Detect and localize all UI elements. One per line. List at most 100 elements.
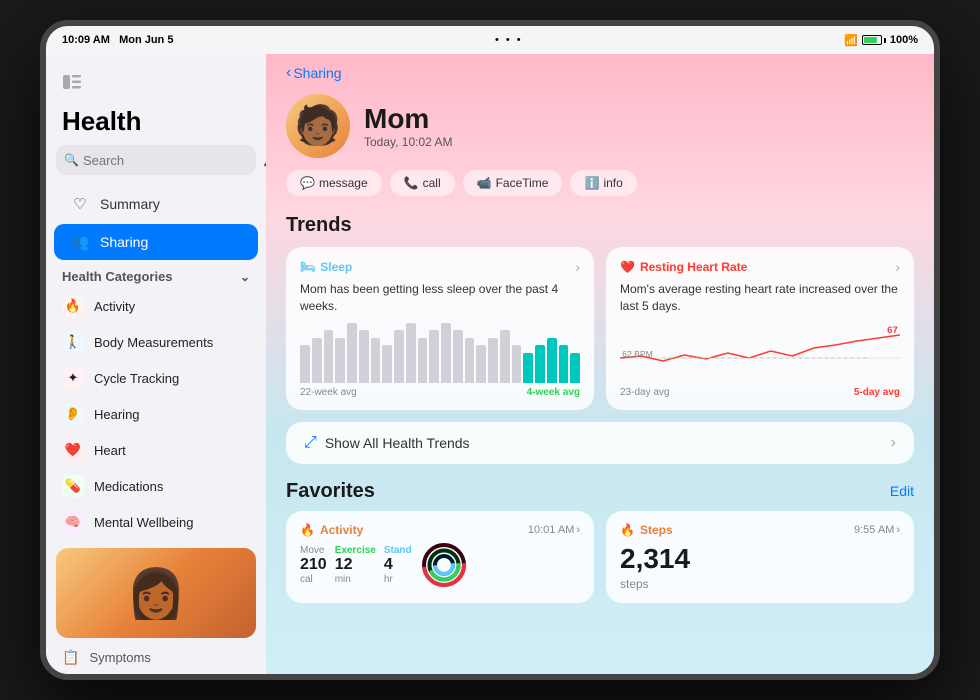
category-hearing[interactable]: 👂 Hearing: [46, 396, 266, 432]
heart-avg-label: 23-day avg: [620, 387, 669, 398]
sleep-label: 🛏 Sleep: [300, 260, 352, 274]
stand-stat: Stand 4 hr: [384, 545, 412, 585]
heart-rate-trend-card[interactable]: ❤️ Resting Heart Rate › Mom's average re…: [606, 247, 914, 410]
sidebar-toggle-button[interactable]: [60, 70, 84, 94]
back-chevron-icon: ‹: [286, 64, 291, 82]
show-all-trends-button[interactable]: ⤢ Show All Health Trends ›: [286, 422, 914, 464]
main-header: ‹ Sharing: [266, 54, 934, 90]
category-symptoms[interactable]: 📋 Symptoms: [46, 642, 266, 673]
activity-fav-header: 🔥 Activity 10:01 AM ›: [300, 523, 580, 537]
date-label: Mon Jun 5: [119, 34, 173, 46]
message-button[interactable]: 💬 message: [286, 170, 382, 196]
category-activity[interactable]: 🔥 Activity: [46, 288, 266, 324]
heart-chevron-icon: ›: [895, 259, 900, 275]
sleep-title: Sleep: [320, 260, 352, 274]
stand-unit: hr: [384, 574, 412, 585]
steps-time-chevron: ›: [896, 524, 900, 536]
activity-rings-section: Move 210 cal Exercise 12 min Stand: [300, 543, 580, 587]
trends-icon: ⤢: [304, 434, 317, 452]
activity-rings: [422, 543, 466, 587]
sleep-chart-area: [300, 323, 580, 383]
sleep-card-header: 🛏 Sleep ›: [300, 259, 580, 275]
edit-button[interactable]: Edit: [890, 483, 914, 499]
heart-chart-footer: 23-day avg 5-day avg: [620, 387, 900, 398]
sleep-chevron-icon: ›: [575, 259, 580, 275]
medications-icon: 💊: [62, 475, 84, 497]
move-label: Move: [300, 545, 327, 556]
wifi-icon: 📶: [844, 34, 858, 47]
status-time: 10:09 AM Mon Jun 5: [62, 34, 173, 46]
show-all-left: ⤢ Show All Health Trends: [304, 434, 470, 452]
category-body[interactable]: 🚶 Body Measurements: [46, 324, 266, 360]
activity-stats: Move 210 cal Exercise 12 min Stand: [300, 545, 412, 585]
move-unit: cal: [300, 574, 327, 585]
mental-label: Mental Wellbeing: [94, 515, 193, 530]
heart-icon: ❤️: [62, 439, 84, 461]
info-button[interactable]: ℹ️ info: [570, 170, 636, 196]
ipad-frame: 10:09 AM Mon Jun 5 • • • 📶 100%: [40, 20, 940, 680]
summary-label: Summary: [100, 196, 160, 212]
heart-recent-label: 5-day avg: [854, 387, 900, 398]
steps-fav-card[interactable]: 🔥 Steps 9:55 AM › 2,314 steps: [606, 511, 914, 603]
heart-card-header: ❤️ Resting Heart Rate ›: [620, 259, 900, 275]
symptoms-icon: 📋: [62, 649, 79, 666]
stand-label: Stand: [384, 545, 412, 556]
move-stat: Move 210 cal: [300, 545, 327, 585]
sleep-recent-label: 4-week avg: [527, 387, 580, 398]
activity-fav-card[interactable]: 🔥 Activity 10:01 AM › Move 210: [286, 511, 594, 603]
activity-icon: 🔥: [62, 295, 84, 317]
sleep-chart-footer: 22-week avg 4-week avg: [300, 387, 580, 398]
favorites-grid: 🔥 Activity 10:01 AM › Move 210: [266, 511, 934, 619]
category-medications[interactable]: 💊 Medications: [46, 468, 266, 504]
activity-fav-icon: 🔥: [300, 523, 315, 537]
hearing-icon: 👂: [62, 403, 84, 425]
facetime-button[interactable]: 📹 FaceTime: [463, 170, 563, 196]
action-buttons: 💬 message 📞 call 📹 FaceTime ℹ️ info: [266, 170, 934, 210]
favorites-title: Favorites: [286, 480, 375, 503]
health-categories-header: Health Categories ⌄: [46, 261, 266, 288]
steps-time-label: 9:55 AM: [854, 524, 894, 536]
search-bar[interactable]: 🔍 🎤: [56, 145, 256, 175]
app-title: Health: [46, 102, 266, 145]
steps-chart: [888, 556, 900, 591]
message-label: message: [319, 176, 368, 190]
heart-rate-chart: 67 62 BPM: [620, 323, 900, 383]
move-value: 210: [300, 556, 327, 574]
avatar-emoji: 👩🏾: [126, 565, 186, 622]
steps-fav-title: 🔥 Steps: [620, 523, 673, 537]
heart-label: Heart: [94, 443, 126, 458]
facetime-label: FaceTime: [496, 176, 549, 190]
back-button[interactable]: ‹ Sharing: [286, 64, 342, 82]
category-mental-wellbeing[interactable]: 🧠 Mental Wellbeing: [46, 504, 266, 540]
battery-label: 100%: [890, 34, 918, 46]
call-label: call: [423, 176, 441, 190]
health-categories-label: Health Categories: [62, 269, 173, 284]
heart-rate-label: ❤️ Resting Heart Rate: [620, 260, 747, 274]
call-button[interactable]: 📞 call: [390, 170, 455, 196]
category-cycle[interactable]: ✦ Cycle Tracking: [46, 360, 266, 396]
sidebar-item-sharing[interactable]: 👥 Sharing: [54, 224, 258, 260]
back-label: Sharing: [293, 65, 341, 81]
chevron-down-icon[interactable]: ⌄: [240, 270, 250, 284]
search-icon: 🔍: [64, 153, 79, 167]
sleep-trend-card[interactable]: 🛏 Sleep › Mom has been getting less slee…: [286, 247, 594, 410]
status-bar: 10:09 AM Mon Jun 5 • • • 📶 100%: [46, 26, 934, 54]
main-content: ‹ Sharing 🧑🏾 Mom Today, 10:02 AM 💬 mess: [266, 54, 934, 674]
sleep-avg-label: 22-week avg: [300, 387, 357, 398]
heart-rate-icon: ❤️: [620, 260, 635, 274]
svg-text:67: 67: [887, 325, 898, 335]
activity-fav-name: Activity: [320, 523, 363, 537]
search-input[interactable]: [83, 153, 259, 168]
status-right: 📶 100%: [844, 34, 918, 47]
sharing-icon: 👥: [70, 232, 90, 252]
category-heart[interactable]: ❤️ Heart: [46, 432, 266, 468]
sidebar-header: [46, 64, 266, 102]
heart-outline-icon: ♡: [70, 194, 90, 214]
steps-data: 2,314 steps: [620, 543, 690, 591]
stand-value: 4: [384, 556, 412, 574]
battery-icon: [862, 35, 886, 45]
activity-time-chevron: ›: [576, 524, 580, 536]
message-icon: 💬: [300, 176, 315, 190]
facetime-icon: 📹: [477, 176, 492, 190]
sidebar-item-summary[interactable]: ♡ Summary: [54, 186, 258, 222]
